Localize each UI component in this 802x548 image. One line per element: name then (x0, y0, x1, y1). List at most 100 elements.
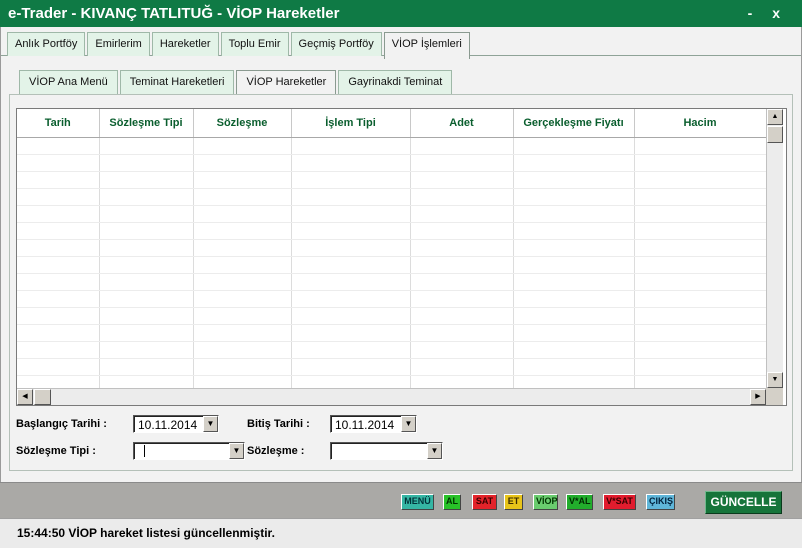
table-cell (99, 358, 194, 376)
table-row[interactable] (17, 290, 767, 308)
table-row[interactable] (17, 154, 767, 172)
table-cell (17, 205, 100, 223)
scroll-right-icon[interactable]: ▶ (750, 389, 766, 405)
start-date-picker[interactable]: 10.11.2014 ▼ (133, 415, 219, 433)
main-area: Anlık Portföy Emirlerim Hareketler Toplu… (0, 27, 802, 482)
table-cell (513, 307, 635, 325)
table-cell (513, 171, 635, 189)
table-cell (99, 256, 194, 274)
scroll-down-icon[interactable]: ▼ (767, 372, 783, 388)
exit-button[interactable]: ÇIKIŞ (646, 494, 675, 510)
chevron-down-icon[interactable]: ▼ (427, 443, 442, 459)
menu-button[interactable]: MENÜ (401, 494, 434, 510)
table-cell (99, 171, 194, 189)
tab-gecmis-portfoy[interactable]: Geçmiş Portföy (290, 32, 382, 56)
table-cell (513, 188, 635, 206)
buy-button[interactable]: AL (443, 494, 461, 510)
movements-grid: Tarih Sözleşme Tipi Sözleşme İşlem Tipi … (16, 108, 787, 406)
table-cell (17, 154, 100, 172)
status-message: 15:44:50 VİOP hareket listesi güncellenm… (17, 526, 275, 540)
table-cell (410, 307, 514, 325)
column-header-islem-tipi[interactable]: İşlem Tipi (291, 109, 411, 138)
vertical-scrollbar[interactable]: ▲ ▼ (766, 109, 783, 388)
tab-emirlerim[interactable]: Emirlerim (87, 32, 150, 56)
scroll-up-icon[interactable]: ▲ (767, 109, 783, 125)
table-row[interactable] (17, 341, 767, 359)
chevron-down-icon[interactable]: ▼ (203, 416, 218, 432)
table-cell (17, 307, 100, 325)
tab-viop-hareketler[interactable]: VİOP Hareketler (236, 70, 337, 96)
table-cell (634, 239, 767, 257)
viop-sell-button[interactable]: V*SAT (603, 494, 636, 510)
et-button[interactable]: ET (504, 494, 523, 510)
table-cell (17, 171, 100, 189)
table-cell (410, 273, 514, 291)
update-button[interactable]: GÜNCELLE (705, 491, 782, 514)
table-cell (193, 273, 292, 291)
tab-toplu-emir[interactable]: Toplu Emir (220, 32, 289, 56)
table-row[interactable] (17, 171, 767, 189)
tab-gayrinakdi-teminat[interactable]: Gayrinakdi Teminat (338, 70, 453, 94)
column-header-sozlesme[interactable]: Sözleşme (193, 109, 292, 138)
tab-viop-ana-menu[interactable]: VİOP Ana Menü (19, 70, 118, 94)
table-cell (634, 307, 767, 325)
movements-table: Tarih Sözleşme Tipi Sözleşme İşlem Tipi … (17, 109, 767, 393)
chevron-down-icon[interactable]: ▼ (401, 416, 416, 432)
table-cell (17, 273, 100, 291)
table-cell (193, 171, 292, 189)
column-header-gerceklesme-fiyati[interactable]: Gerçekleşme Fiyatı (513, 109, 635, 138)
end-date-picker[interactable]: 10.11.2014 ▼ (330, 415, 417, 433)
column-header-tarih[interactable]: Tarih (17, 109, 100, 138)
table-row[interactable] (17, 324, 767, 342)
chevron-down-icon[interactable]: ▼ (229, 443, 244, 459)
end-date-label: Bitiş Tarihi : (247, 418, 310, 430)
contract-select[interactable]: ▼ (330, 442, 443, 460)
table-cell (410, 188, 514, 206)
table-cell (410, 205, 514, 223)
table-row[interactable] (17, 307, 767, 325)
tab-teminat-hareketleri[interactable]: Teminat Hareketleri (119, 70, 235, 94)
table-row[interactable] (17, 239, 767, 257)
table-cell (291, 341, 411, 359)
sub-tab-bar: VİOP Ana Menü Teminat Hareketleri VİOP H… (19, 70, 454, 96)
scroll-left-icon[interactable]: ◀ (17, 389, 33, 405)
table-row[interactable] (17, 205, 767, 223)
table-row[interactable] (17, 256, 767, 274)
tab-anlik-portfoy[interactable]: Anlık Portföy (7, 32, 86, 56)
column-header-hacim[interactable]: Hacim (634, 109, 767, 138)
table-cell (291, 137, 411, 155)
table-cell (193, 341, 292, 359)
table-cell (410, 239, 514, 257)
table-cell (99, 222, 194, 240)
table-cell (193, 222, 292, 240)
table-cell (17, 324, 100, 342)
horizontal-scroll-thumb[interactable] (34, 389, 51, 405)
table-row[interactable] (17, 222, 767, 240)
table-cell (513, 205, 635, 223)
sell-button[interactable]: SAT (472, 494, 497, 510)
table-cell (291, 324, 411, 342)
table-cell (99, 341, 194, 359)
horizontal-scrollbar[interactable]: ◀ ▶ (17, 388, 783, 405)
table-row[interactable] (17, 188, 767, 206)
column-header-sozlesme-tipi[interactable]: Sözleşme Tipi (99, 109, 194, 138)
tab-viop-islemleri[interactable]: VİOP İşlemleri (383, 32, 470, 59)
contract-type-select[interactable]: ▼ (133, 442, 245, 460)
column-header-adet[interactable]: Adet (410, 109, 514, 138)
viop-button[interactable]: VİOP (533, 494, 558, 510)
table-row[interactable] (17, 273, 767, 291)
table-cell (99, 239, 194, 257)
table-cell (17, 239, 100, 257)
window-controls[interactable]: - x (748, 0, 788, 27)
table-cell (291, 154, 411, 172)
table-cell (99, 154, 194, 172)
table-row[interactable] (17, 137, 767, 155)
tab-hareketler[interactable]: Hareketler (151, 32, 219, 56)
table-cell (17, 290, 100, 308)
title-bar: e-Trader - KIVANÇ TATLITUĞ - VİOP Hareke… (0, 0, 802, 27)
table-cell (291, 188, 411, 206)
table-row[interactable] (17, 358, 767, 376)
table-cell (17, 222, 100, 240)
viop-buy-button[interactable]: V*AL (566, 494, 593, 510)
vertical-scroll-thumb[interactable] (767, 126, 783, 143)
